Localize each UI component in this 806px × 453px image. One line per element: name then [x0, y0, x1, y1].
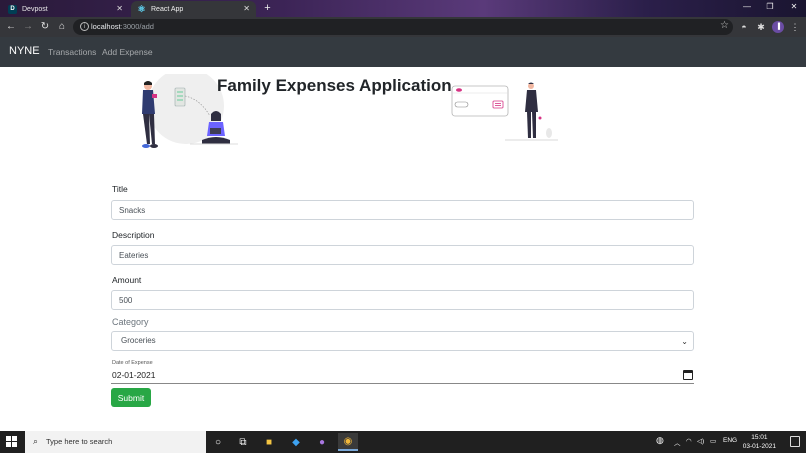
- amount-input[interactable]: [111, 290, 694, 310]
- clock-date: 03-01-2021: [742, 443, 776, 450]
- chevron-down-icon: ⌄: [681, 337, 688, 346]
- forward-icon[interactable]: →: [21, 20, 35, 34]
- description-label: Description: [112, 230, 155, 240]
- close-tab-icon[interactable]: ✕: [243, 4, 250, 13]
- github-desktop-icon[interactable]: ●: [312, 433, 332, 451]
- browser-toolbar: ← → ↻ ⌂ i localhost:3000/add ☆ ◓ ✱ ▐ ⋮: [0, 17, 806, 37]
- incognito-extension-icon[interactable]: ◓: [737, 20, 751, 34]
- search-icon: ⌕: [33, 436, 39, 446]
- category-select[interactable]: Groceries ⌄: [111, 331, 694, 351]
- react-favicon-icon: ⚛: [137, 3, 146, 14]
- devpost-favicon-icon: D: [8, 4, 17, 14]
- back-icon[interactable]: ←: [4, 20, 18, 34]
- nav-link-transactions[interactable]: Transactions: [48, 47, 96, 57]
- navbar-brand[interactable]: NYNE: [9, 45, 40, 57]
- task-view-icon[interactable]: ⧉: [233, 433, 253, 451]
- close-window-icon[interactable]: ✕: [787, 2, 801, 11]
- search-placeholder: Type here to search: [46, 437, 113, 446]
- payment-card-illustration: [451, 82, 558, 141]
- language-indicator[interactable]: ENG: [723, 437, 737, 444]
- menu-kebab-icon[interactable]: ⋮: [788, 20, 802, 34]
- nav-link-add-expense[interactable]: Add Expense: [102, 47, 153, 57]
- windows-start-icon[interactable]: [6, 436, 18, 448]
- date-label: Date of Expense: [112, 360, 153, 366]
- title-input[interactable]: [111, 200, 694, 220]
- show-hidden-icons-chevron-icon[interactable]: ︿: [674, 437, 681, 447]
- browser-tabstrip: D Devpost ✕ ⚛ React App ✕ + — ❐ ✕: [0, 0, 806, 17]
- amount-label: Amount: [112, 275, 142, 285]
- network-icon[interactable]: ◠: [686, 437, 692, 445]
- tab-title: Devpost: [22, 5, 48, 13]
- calendar-icon[interactable]: [683, 370, 693, 380]
- description-input[interactable]: [111, 245, 694, 265]
- tab-title: React App: [151, 5, 184, 13]
- chrome-icon[interactable]: ◉: [338, 433, 358, 451]
- category-label: Category: [112, 317, 149, 327]
- app-navbar: NYNE Transactions Add Expense: [0, 37, 806, 67]
- clock-time: 15:01: [751, 434, 768, 441]
- title-label: Title: [112, 184, 128, 194]
- site-info-icon[interactable]: i: [80, 22, 89, 31]
- date-value: 02-01-2021: [112, 370, 156, 380]
- keyboard-icon[interactable]: ▭: [710, 437, 716, 445]
- notification-center-icon[interactable]: [790, 436, 800, 447]
- home-icon[interactable]: ⌂: [55, 20, 69, 34]
- new-tab-button[interactable]: +: [261, 1, 274, 15]
- profile-avatar[interactable]: ▐: [772, 21, 784, 33]
- reload-icon[interactable]: ↻: [38, 20, 52, 34]
- category-selected-value: Groceries: [121, 336, 156, 345]
- vscode-icon[interactable]: ◆: [286, 433, 306, 451]
- extensions-puzzle-icon[interactable]: ✱: [754, 20, 768, 34]
- minimize-icon[interactable]: —: [740, 2, 754, 11]
- url-text: localhost:3000/add: [91, 22, 154, 31]
- taskbar-search-box[interactable]: ⌕ Type here to search: [25, 431, 206, 453]
- tab-react-app[interactable]: ⚛ React App ✕: [131, 1, 256, 17]
- submit-button[interactable]: Submit: [111, 388, 151, 407]
- file-explorer-icon[interactable]: ■: [259, 433, 279, 451]
- date-input[interactable]: 02-01-2021: [111, 368, 694, 384]
- address-bar[interactable]: i localhost:3000/add ☆: [73, 19, 733, 35]
- maximize-icon[interactable]: ❐: [763, 2, 777, 11]
- volume-icon[interactable]: ◁): [697, 437, 704, 445]
- tab-devpost[interactable]: D Devpost ✕: [2, 1, 129, 17]
- close-tab-icon[interactable]: ✕: [116, 4, 123, 13]
- cortana-icon[interactable]: ○: [208, 433, 228, 451]
- page-title: Family Expenses Application: [217, 76, 452, 95]
- bookmark-star-icon[interactable]: ☆: [720, 20, 729, 31]
- onedrive-tray-icon[interactable]: ◍: [656, 435, 664, 446]
- windows-taskbar: ⌕ Type here to search ○ ⧉ ■ ◆ ● ◉ ◍ ︿ ◠ …: [0, 431, 806, 453]
- taskbar-clock[interactable]: 15:01 03-01-2021: [743, 433, 776, 451]
